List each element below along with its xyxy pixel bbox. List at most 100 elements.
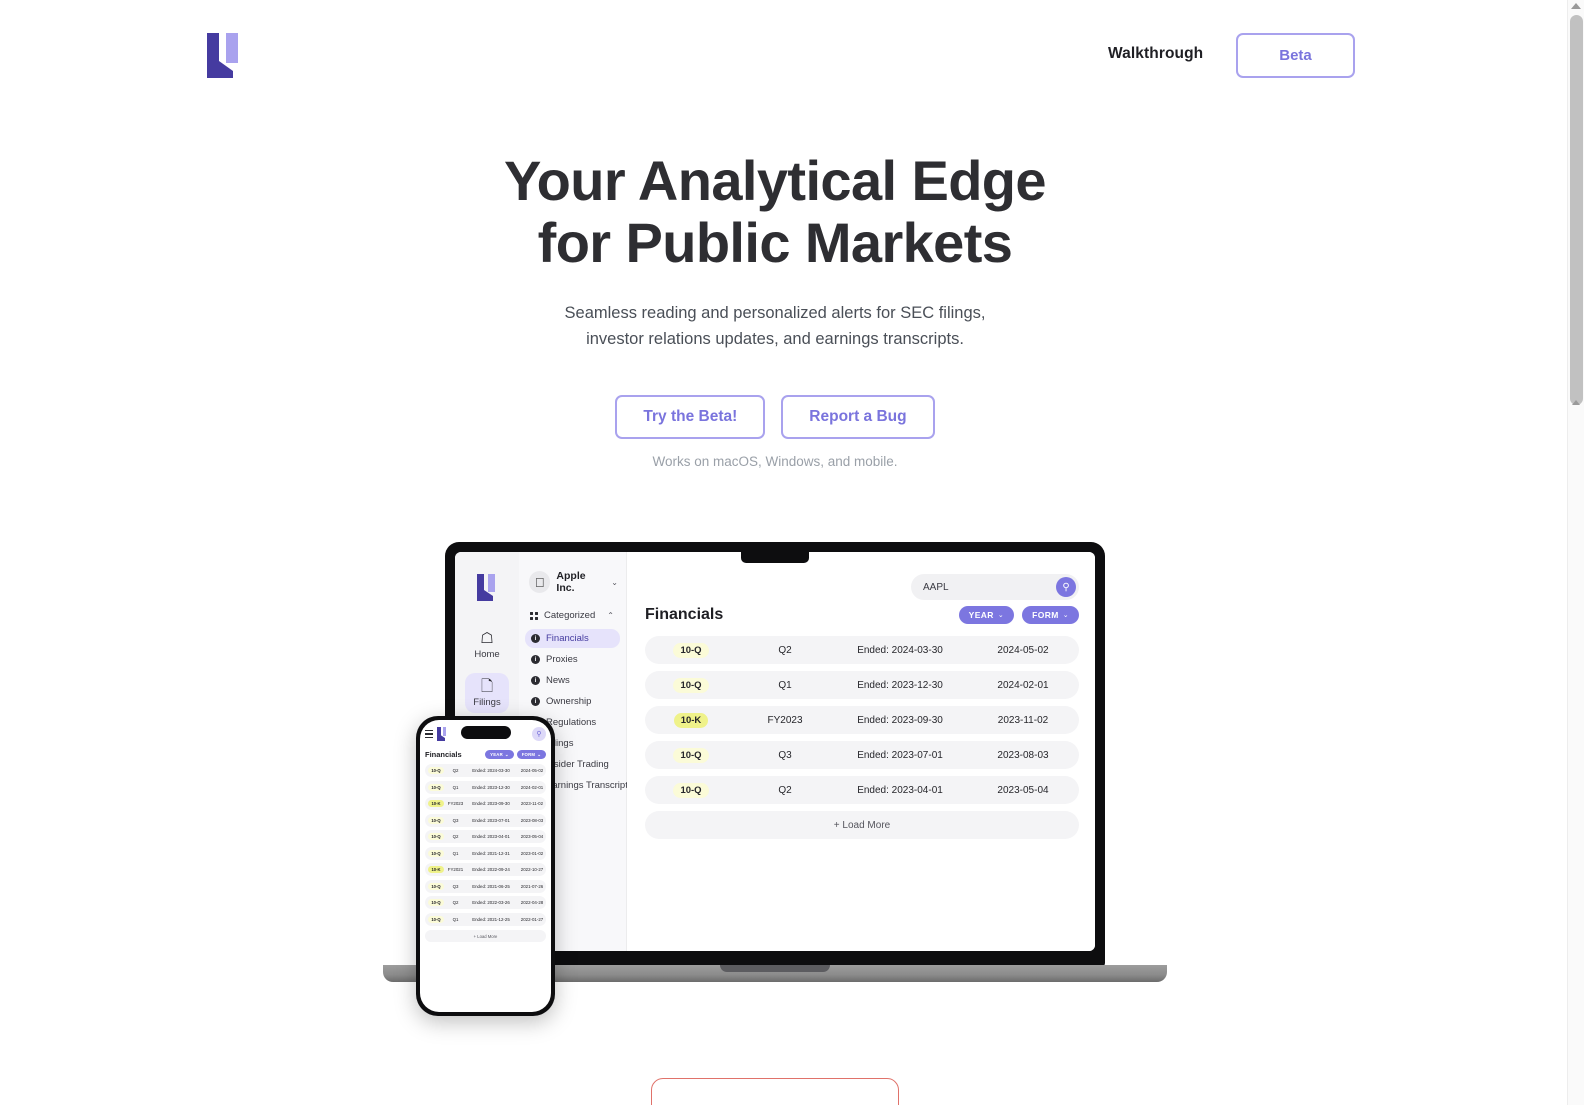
sidebar-item-news[interactable]: i News bbox=[525, 671, 620, 690]
table-row[interactable]: 10-Q Q2 Ended: 2024-03-30 2024-05-02 bbox=[425, 764, 546, 777]
landing-page: Walkthrough Beta Your Analytical Edge fo… bbox=[0, 0, 1584, 1105]
table-row[interactable]: 10-Q Q2 Ended: 2024-03-30 2024-05-02 bbox=[645, 636, 1079, 664]
brand-logo-icon[interactable] bbox=[207, 33, 241, 78]
table-row[interactable]: 10-Q Q1 Ended: 2021-12-25 2022-01-27 bbox=[425, 912, 546, 926]
sidebar-item-label: Earnings Transcript bbox=[546, 780, 628, 791]
search-icon[interactable]: ⚲ bbox=[532, 727, 546, 741]
phone-year-filter[interactable]: YEAR ⌄ bbox=[485, 750, 514, 759]
filed-date-cell: 2024-05-02 bbox=[997, 644, 1049, 656]
filed-date-cell: 2023-08-03 bbox=[997, 749, 1049, 761]
filed-date-cell: 2022-10-27 bbox=[520, 867, 544, 872]
report-a-bug-button[interactable]: Report a Bug bbox=[781, 395, 935, 439]
page-scrollbar[interactable] bbox=[1567, 0, 1584, 1105]
year-filter-dropdown[interactable]: YEAR ⌄ bbox=[958, 606, 1015, 624]
company-selector[interactable]:  Apple Inc. ⌄ bbox=[519, 570, 626, 594]
hamburger-menu-icon[interactable] bbox=[425, 730, 433, 738]
period-cell: FY2021 bbox=[447, 867, 464, 872]
phone-filings-table: 10-Q Q2 Ended: 2024-03-30 2024-05-02 10-… bbox=[425, 764, 546, 942]
form-badge: 10-Q bbox=[428, 849, 444, 857]
beta-button[interactable]: Beta bbox=[1236, 33, 1355, 78]
period-cell: Q1 bbox=[452, 784, 459, 790]
table-row[interactable]: 10-Q Q1 Ended: 2023-12-30 2024-02-01 bbox=[425, 780, 546, 794]
scrollbar-thumb[interactable] bbox=[1570, 15, 1583, 405]
filed-date-cell: 2023-08-03 bbox=[520, 817, 544, 823]
table-row[interactable]: 10-K FY2023 Ended: 2023-09-30 2023-11-02 bbox=[645, 706, 1079, 734]
search-icon[interactable]: ⚲ bbox=[1056, 577, 1076, 597]
load-more-button[interactable]: + Load More bbox=[645, 811, 1079, 839]
sidebar-item-ownership[interactable]: i Ownership bbox=[525, 692, 620, 711]
page-title: Your Analytical Edge for Public Markets bbox=[0, 150, 1550, 274]
period-cell: Q3 bbox=[778, 749, 792, 761]
period-end-cell: Ended: 2023-12-30 bbox=[857, 679, 943, 691]
table-row[interactable]: 10-Q Q3 Ended: 2023-07-01 2023-08-03 bbox=[645, 741, 1079, 769]
filter-pill-group: YEAR ⌄ FORM ⌄ bbox=[958, 606, 1079, 624]
period-end-cell: Ended: 2023-04-01 bbox=[472, 834, 510, 839]
table-row[interactable]: 10-K FY2021 Ended: 2022-09-24 2022-10-27 bbox=[425, 863, 546, 876]
sidebar-item-label: Financials bbox=[546, 633, 589, 644]
rail-item-home-label: Home bbox=[474, 649, 500, 660]
period-cell: Q2 bbox=[778, 784, 792, 796]
table-row[interactable]: 10-Q Q3 Ended: 2023-07-01 2023-08-03 bbox=[425, 813, 546, 827]
table-row[interactable]: 10-Q Q1 Ended: 2021-12-31 2023-01-02 bbox=[425, 846, 546, 860]
table-row[interactable]: 10-Q Q1 Ended: 2023-12-30 2024-02-01 bbox=[645, 671, 1079, 699]
phone-year-filter-label: YEAR bbox=[490, 752, 503, 757]
nav-item-walkthrough[interactable]: Walkthrough bbox=[1108, 45, 1203, 63]
hero-subtitle: Seamless reading and personalized alerts… bbox=[0, 300, 1550, 352]
ticker-search[interactable]: AAPL ⚲ bbox=[911, 574, 1079, 600]
period-end-cell: Ended: 2023-07-01 bbox=[472, 817, 510, 823]
form-badge: 10-K bbox=[428, 866, 444, 873]
app-logo-icon bbox=[477, 574, 497, 601]
document-icon: 🗋 bbox=[480, 678, 494, 695]
app-main-content: AAPL ⚲ Financials YEAR ⌄ FORM ⌄ 10-Q Q2 … bbox=[627, 552, 1095, 951]
period-end-cell: Ended: 2024-03-30 bbox=[857, 644, 943, 656]
table-row[interactable]: 10-Q Q3 Ended: 2021-06-25 2021-07-26 bbox=[425, 879, 546, 893]
phone-mockup: ⚲ Financials YEAR ⌄ FORM ⌄ 10-Q Q2 Ended… bbox=[416, 716, 555, 1016]
apple-icon:  bbox=[529, 571, 551, 593]
chevron-down-icon: ⌄ bbox=[611, 577, 618, 587]
form-filter-dropdown[interactable]: FORM ⌄ bbox=[1022, 606, 1079, 624]
table-row[interactable]: 10-K FY2023 Ended: 2023-09-30 2023-11-02 bbox=[425, 797, 546, 810]
period-end-cell: Ended: 2023-07-01 bbox=[857, 749, 943, 761]
sidebar-item-label: Ownership bbox=[546, 696, 592, 707]
site-header: Walkthrough Beta bbox=[0, 0, 1567, 112]
phone-form-filter[interactable]: FORM ⌄ bbox=[516, 750, 546, 759]
form-badge: 10-K bbox=[428, 800, 444, 807]
phone-load-more-button[interactable]: + Load More bbox=[425, 930, 546, 942]
period-end-cell: Ended: 2021-12-31 bbox=[472, 850, 510, 856]
rail-item-home[interactable]: ☖ Home bbox=[465, 625, 509, 665]
table-row[interactable]: 10-Q Q2 Ended: 2023-04-01 2023-05-04 bbox=[645, 776, 1079, 804]
table-row[interactable]: 10-Q Q2 Ended: 2022-03-26 2022-04-28 bbox=[425, 896, 546, 909]
sidebar-item-proxies[interactable]: i Proxies bbox=[525, 650, 620, 669]
filed-date-cell: 2023-05-04 bbox=[520, 834, 544, 839]
sidebar-section-categorized[interactable]: Categorized ⌃ bbox=[519, 594, 626, 627]
grid-icon bbox=[530, 611, 538, 620]
sidebar-item-label: Regulations bbox=[546, 717, 597, 728]
period-end-cell: Ended: 2021-12-25 bbox=[472, 916, 510, 922]
period-end-cell: Ended: 2023-12-30 bbox=[472, 784, 510, 790]
cta-button-row: Try the Beta! Report a Bug bbox=[0, 395, 1550, 439]
sidebar-item-label: Proxies bbox=[546, 654, 578, 665]
filed-date-cell: 2024-02-01 bbox=[997, 679, 1049, 691]
period-end-cell: Ended: 2023-09-30 bbox=[857, 714, 943, 726]
search-input[interactable]: AAPL bbox=[923, 582, 1056, 593]
phone-notch bbox=[460, 726, 511, 739]
scroll-up-arrow-icon[interactable] bbox=[1571, 3, 1581, 9]
form-badge: 10-Q bbox=[428, 833, 444, 840]
period-cell: Q2 bbox=[778, 644, 792, 656]
sidebar-item-label: Insider Trading bbox=[546, 759, 609, 770]
filed-date-cell: 2023-11-02 bbox=[997, 714, 1049, 726]
try-the-beta-button[interactable]: Try the Beta! bbox=[615, 395, 766, 439]
hero-subtitle-line-1: Seamless reading and personalized alerts… bbox=[564, 304, 986, 322]
table-row[interactable]: 10-Q Q2 Ended: 2023-04-01 2023-05-04 bbox=[425, 830, 546, 843]
laptop-base-notch bbox=[720, 965, 830, 972]
main-header: Financials YEAR ⌄ FORM ⌄ bbox=[645, 606, 1079, 624]
filed-date-cell: 2021-07-26 bbox=[520, 883, 544, 889]
sidebar-item-financials[interactable]: i Financials bbox=[525, 629, 620, 648]
filed-date-cell: 2024-05-02 bbox=[520, 768, 544, 773]
filed-date-cell: 2023-01-02 bbox=[520, 850, 544, 856]
period-cell: Q3 bbox=[452, 883, 459, 889]
form-badge: 10-Q bbox=[673, 677, 709, 693]
form-badge: 10-Q bbox=[428, 767, 444, 774]
period-cell: Q2 bbox=[452, 768, 459, 773]
rail-item-filings[interactable]: 🗋 Filings bbox=[465, 673, 509, 713]
